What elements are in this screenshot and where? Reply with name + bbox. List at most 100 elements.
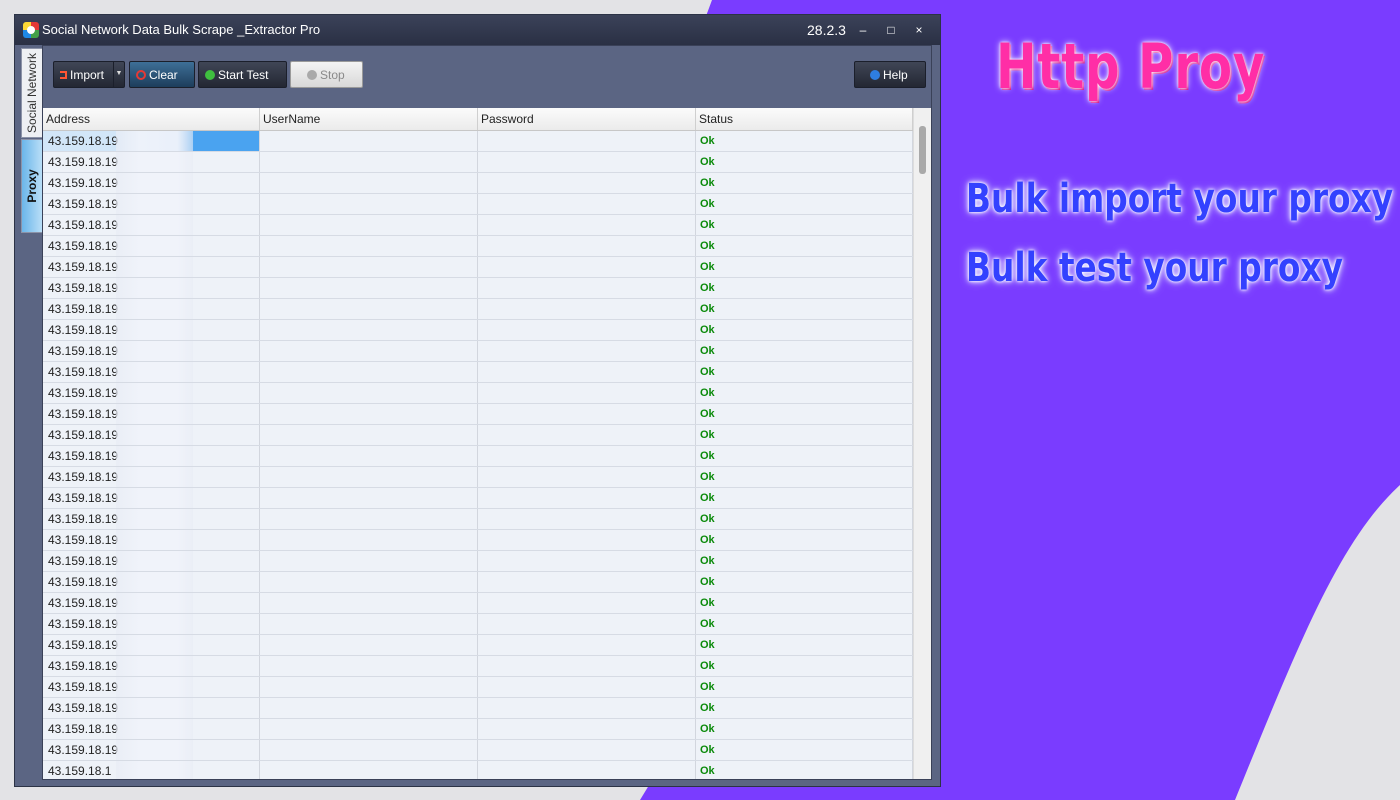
- tab-proxy[interactable]: Proxy: [21, 139, 43, 233]
- status-cell[interactable]: Ok: [696, 551, 913, 571]
- column-header-address[interactable]: Address: [43, 108, 260, 130]
- table-row[interactable]: 43.159.18.19 Ok: [43, 278, 913, 299]
- password-cell[interactable]: [478, 719, 696, 739]
- password-cell[interactable]: [478, 299, 696, 319]
- status-cell[interactable]: Ok: [696, 404, 913, 424]
- table-row[interactable]: 43.159.18.19 Ok: [43, 719, 913, 740]
- address-cell[interactable]: 43.159.18.19: [43, 404, 260, 424]
- status-cell[interactable]: Ok: [696, 698, 913, 718]
- table-row[interactable]: 43.159.18.19 Ok: [43, 299, 913, 320]
- password-cell[interactable]: [478, 509, 696, 529]
- username-cell[interactable]: [260, 551, 478, 571]
- password-cell[interactable]: [478, 698, 696, 718]
- password-cell[interactable]: [478, 656, 696, 676]
- table-row[interactable]: 43.159.18.19 Ok: [43, 656, 913, 677]
- status-cell[interactable]: Ok: [696, 173, 913, 193]
- table-row[interactable]: 43.159.18.19 Ok: [43, 383, 913, 404]
- username-cell[interactable]: [260, 572, 478, 592]
- import-dropdown-arrow-icon[interactable]: ▼: [113, 62, 124, 87]
- username-cell[interactable]: [260, 383, 478, 403]
- table-row[interactable]: 43.159.18.19 Ok: [43, 488, 913, 509]
- address-cell[interactable]: 43.159.18.19: [43, 551, 260, 571]
- password-cell[interactable]: [478, 635, 696, 655]
- status-cell[interactable]: Ok: [696, 278, 913, 298]
- address-cell[interactable]: 43.159.18.19: [43, 194, 260, 214]
- username-cell[interactable]: [260, 509, 478, 529]
- password-cell[interactable]: [478, 551, 696, 571]
- table-row[interactable]: 43.159.18.19 Ok: [43, 131, 913, 152]
- address-cell[interactable]: 43.159.18.19: [43, 383, 260, 403]
- password-cell[interactable]: [478, 404, 696, 424]
- table-row[interactable]: 43.159.18.19 Ok: [43, 341, 913, 362]
- password-cell[interactable]: [478, 677, 696, 697]
- password-cell[interactable]: [478, 530, 696, 550]
- address-cell[interactable]: 43.159.18.19: [43, 509, 260, 529]
- table-row[interactable]: 43.159.18.19 Ok: [43, 320, 913, 341]
- password-cell[interactable]: [478, 425, 696, 445]
- vertical-scrollbar[interactable]: [913, 108, 931, 779]
- start-test-button[interactable]: Start Test: [198, 61, 287, 88]
- status-cell[interactable]: Ok: [696, 635, 913, 655]
- table-row[interactable]: 43.159.18.19 Ok: [43, 509, 913, 530]
- username-cell[interactable]: [260, 761, 478, 779]
- address-cell[interactable]: 43.159.18.19: [43, 215, 260, 235]
- table-row[interactable]: 43.159.18.19 Ok: [43, 677, 913, 698]
- scrollbar-thumb[interactable]: [919, 126, 926, 174]
- table-row[interactable]: 43.159.18.19 Ok: [43, 593, 913, 614]
- status-cell[interactable]: Ok: [696, 341, 913, 361]
- table-row[interactable]: 43.159.18.19 Ok: [43, 425, 913, 446]
- address-cell[interactable]: 43.159.18.19: [43, 572, 260, 592]
- username-cell[interactable]: [260, 194, 478, 214]
- table-row[interactable]: 43.159.18.19 Ok: [43, 572, 913, 593]
- username-cell[interactable]: [260, 341, 478, 361]
- status-cell[interactable]: Ok: [696, 362, 913, 382]
- address-cell[interactable]: 43.159.18.19: [43, 152, 260, 172]
- password-cell[interactable]: [478, 593, 696, 613]
- status-cell[interactable]: Ok: [696, 467, 913, 487]
- column-header-password[interactable]: Password: [478, 108, 696, 130]
- table-row[interactable]: 43.159.18.19 Ok: [43, 362, 913, 383]
- status-cell[interactable]: Ok: [696, 593, 913, 613]
- table-row[interactable]: 43.159.18.19 Ok: [43, 635, 913, 656]
- username-cell[interactable]: [260, 320, 478, 340]
- username-cell[interactable]: [260, 614, 478, 634]
- status-cell[interactable]: Ok: [696, 656, 913, 676]
- table-row[interactable]: 43.159.18.19 Ok: [43, 446, 913, 467]
- import-button[interactable]: Import ▼: [53, 61, 125, 88]
- username-cell[interactable]: [260, 236, 478, 256]
- table-row[interactable]: 43.159.18.19 Ok: [43, 152, 913, 173]
- title-bar[interactable]: Social Network Data Bulk Scrape _Extract…: [15, 15, 940, 45]
- status-cell[interactable]: Ok: [696, 320, 913, 340]
- address-cell[interactable]: 43.159.18.19: [43, 131, 260, 151]
- address-cell[interactable]: 43.159.18.19: [43, 488, 260, 508]
- status-cell[interactable]: Ok: [696, 719, 913, 739]
- minimize-button[interactable]: –: [853, 20, 873, 40]
- address-cell[interactable]: 43.159.18.1: [43, 761, 260, 779]
- status-cell[interactable]: Ok: [696, 383, 913, 403]
- address-cell[interactable]: 43.159.18.19: [43, 614, 260, 634]
- password-cell[interactable]: [478, 257, 696, 277]
- address-cell[interactable]: 43.159.18.19: [43, 299, 260, 319]
- username-cell[interactable]: [260, 425, 478, 445]
- address-cell[interactable]: 43.159.18.19: [43, 320, 260, 340]
- address-cell[interactable]: 43.159.18.19: [43, 677, 260, 697]
- address-cell[interactable]: 43.159.18.19: [43, 593, 260, 613]
- table-row[interactable]: 43.159.18.19 Ok: [43, 215, 913, 236]
- username-cell[interactable]: [260, 152, 478, 172]
- password-cell[interactable]: [478, 278, 696, 298]
- password-cell[interactable]: [478, 383, 696, 403]
- address-cell[interactable]: 43.159.18.19: [43, 173, 260, 193]
- password-cell[interactable]: [478, 131, 696, 151]
- tab-social-network[interactable]: Social Network: [21, 48, 43, 138]
- password-cell[interactable]: [478, 152, 696, 172]
- table-row[interactable]: 43.159.18.19 Ok: [43, 740, 913, 761]
- password-cell[interactable]: [478, 614, 696, 634]
- password-cell[interactable]: [478, 236, 696, 256]
- close-button[interactable]: ×: [909, 20, 929, 40]
- stop-button[interactable]: Stop: [290, 61, 363, 88]
- address-cell[interactable]: 43.159.18.19: [43, 698, 260, 718]
- address-cell[interactable]: 43.159.18.19: [43, 278, 260, 298]
- status-cell[interactable]: Ok: [696, 131, 913, 151]
- password-cell[interactable]: [478, 173, 696, 193]
- username-cell[interactable]: [260, 719, 478, 739]
